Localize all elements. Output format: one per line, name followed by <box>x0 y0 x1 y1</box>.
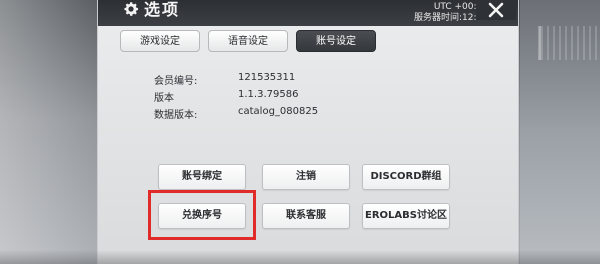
bind-account-button[interactable]: 账号绑定 <box>158 164 246 190</box>
gear-icon <box>124 2 139 16</box>
tab-voice-settings[interactable]: 语音设定 <box>208 30 288 52</box>
dialog-title: 选项 <box>144 0 181 19</box>
version-value: 1.1.3.79586 <box>238 89 299 100</box>
member-id-label: 会员编号: <box>154 76 198 87</box>
tab-account-settings[interactable]: 账号设定 <box>296 30 376 52</box>
close-button[interactable] <box>476 0 516 20</box>
highlight-box <box>148 190 256 240</box>
logout-button[interactable]: 注销 <box>262 164 350 190</box>
data-version-label: 数据版本: <box>154 110 198 121</box>
tab-game-settings[interactable]: 游戏设定 <box>120 30 200 52</box>
data-version-value: catalog_080825 <box>238 106 319 117</box>
erolabs-forum-button[interactable]: EROLABS讨论区 <box>362 203 450 229</box>
dialog-header: 选项 UTC +00:00 服务器时间:12:21 <box>98 0 518 26</box>
background-sign <box>538 26 597 60</box>
bottom-shadow <box>0 250 600 264</box>
member-id-value: 121535311 <box>238 72 296 83</box>
version-label: 版本 <box>154 93 174 104</box>
discord-group-button[interactable]: DISCORD群组 <box>362 164 450 190</box>
contact-support-button[interactable]: 联系客服 <box>262 203 350 229</box>
close-icon <box>488 2 504 18</box>
